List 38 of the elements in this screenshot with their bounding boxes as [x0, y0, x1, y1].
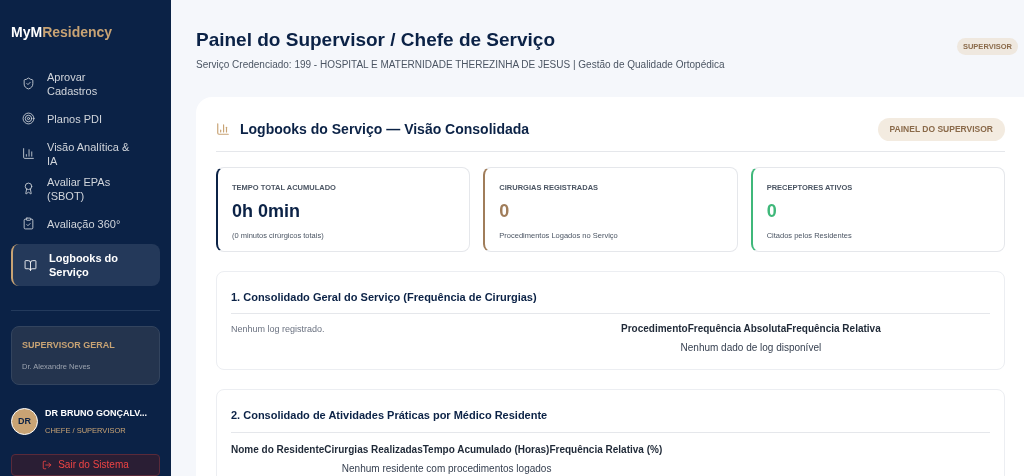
nav-item[interactable]: Avaliação 360° [11, 209, 160, 238]
award-icon [22, 182, 35, 195]
nav-item[interactable]: Aprovar Cadastros [11, 69, 160, 98]
column-header: Cirurgias Realizadas [324, 442, 423, 457]
logout-icon [42, 459, 53, 470]
column-header: Procedimento [621, 322, 688, 337]
nav-item[interactable]: Avaliar EPAs (SBOT) [11, 174, 160, 203]
page-title: Painel do Supervisor / Chefe de Serviço [196, 29, 556, 51]
panel-title: Logbooks do Serviço — Visão Consolidada [240, 119, 531, 139]
shield-icon [22, 77, 35, 90]
stat-value: 0 [766, 201, 778, 221]
book-icon [24, 258, 37, 272]
target-icon [22, 112, 35, 125]
empty-message: Nenhum residente com procedimentos logados [341, 462, 552, 474]
column-header: Frequência Relativa [786, 322, 881, 337]
role-title: SUPERVISOR GERAL [22, 339, 116, 352]
logo: MyMResidency [11, 23, 113, 42]
nav-item[interactable]: Visão Analítica & IA [11, 139, 160, 168]
empty-message: Nenhum log registrado. [231, 323, 326, 337]
logout-button[interactable]: Sair do Sistema [11, 453, 160, 476]
avatar: DR [11, 408, 38, 436]
column-header: Frequência Relativa (%) [549, 442, 663, 457]
section-title: 2. Consolidado de Atividades Práticas por Médico Residente [231, 407, 990, 433]
column-header: Tempo Acumulado (Horas) [422, 442, 550, 457]
nav-item[interactable]: Planos PDI [11, 104, 160, 133]
column-header: Nome do Residente [231, 442, 325, 457]
stat-value: 0 [499, 201, 511, 221]
bar-chart-icon [216, 122, 230, 137]
column-header: Frequência Absoluta [687, 322, 787, 337]
bar-chart-icon [22, 147, 35, 160]
stat-value: 0h 0min [232, 201, 302, 221]
nav-item[interactable]: Logbooks do Serviço [11, 244, 160, 286]
user-name: DR BRUNO GONÇALV... [45, 406, 147, 420]
section-title: 1. Consolidado Geral do Serviço (Frequência de Cirurgias) [231, 288, 990, 315]
panel-badge: PAINEL DO SUPERVISOR [877, 118, 1005, 141]
clipboard-icon [22, 217, 35, 230]
empty-message: Nenhum dado de log disponível [680, 342, 822, 354]
page-subtitle: Serviço Credenciado: 199 - HOSPITAL E MATERNIDADE THEREZINHA DE JESUS | Gestão de Qualidade Ortopédica [196, 58, 726, 72]
